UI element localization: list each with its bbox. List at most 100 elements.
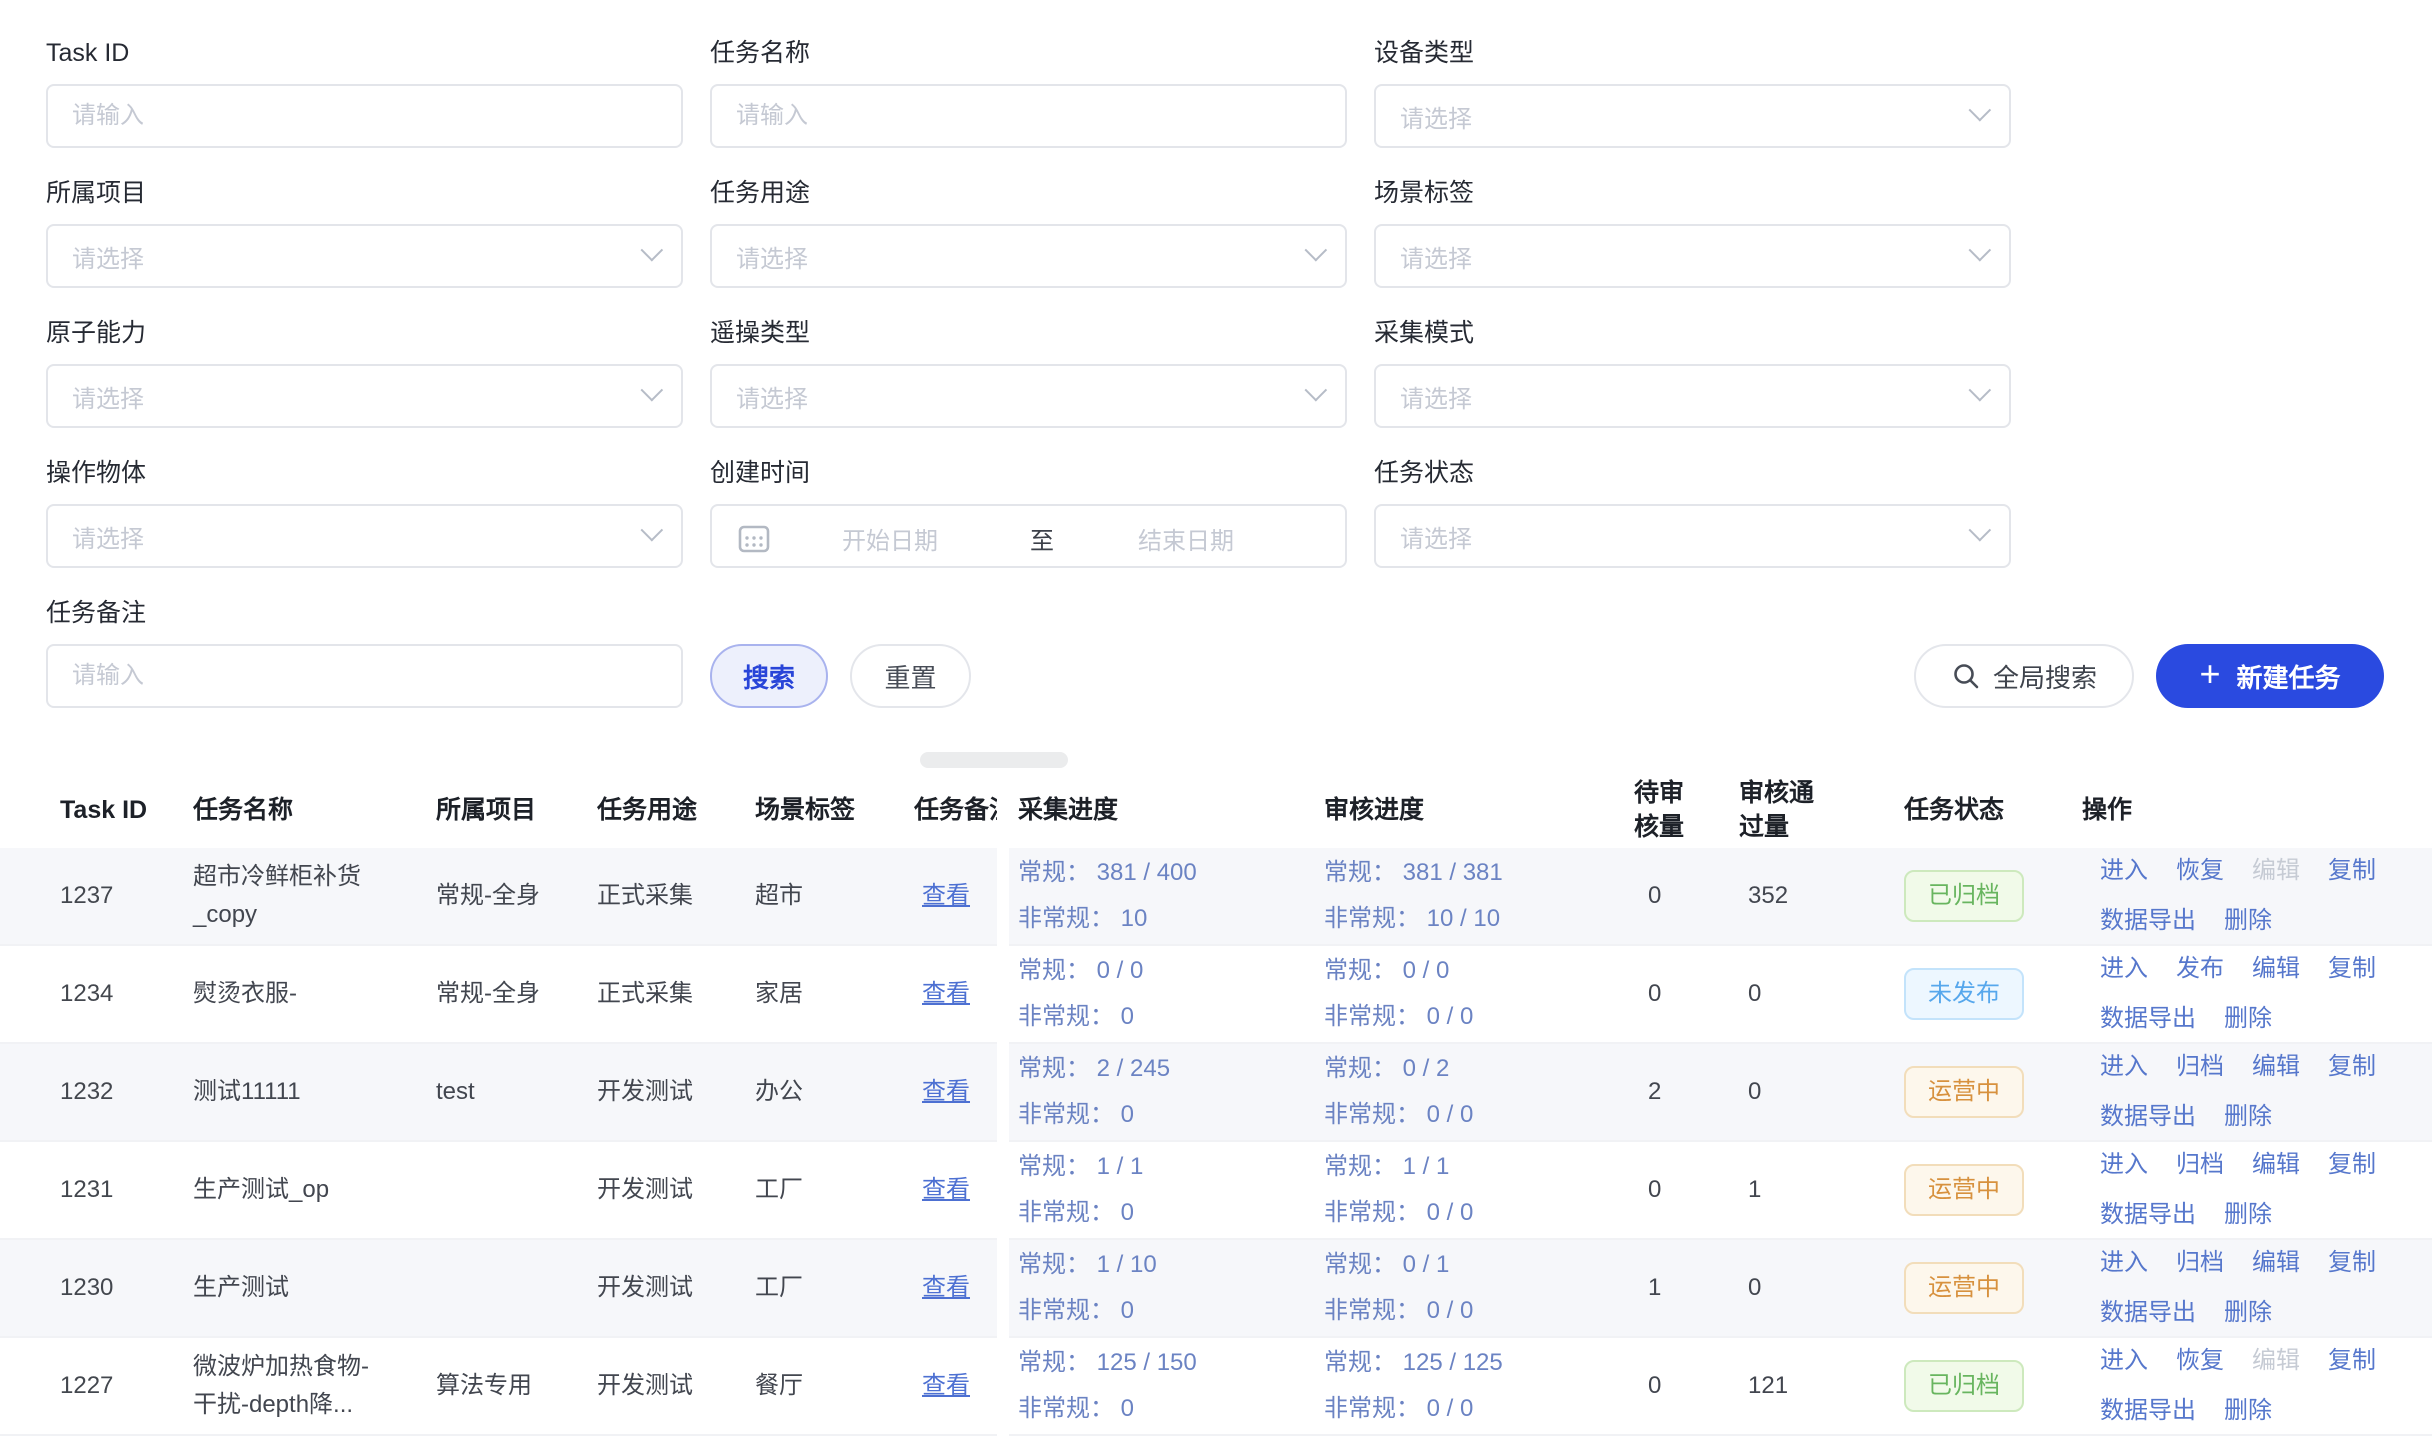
action-link[interactable]: 删除 [2224,896,2272,946]
action-link[interactable]: 数据导出 [2100,994,2196,1044]
task-name-input[interactable] [710,84,1347,148]
action-link[interactable]: 复制 [2328,846,2376,896]
action-link[interactable]: 数据导出 [2100,1190,2196,1240]
view-remark-link[interactable]: 查看 [922,1176,970,1203]
progress-line: 常规： 0 / 2 [1324,1046,1624,1092]
status-badge: 运营中 [1904,1262,2024,1314]
header-task-id: Task ID [60,772,180,848]
search-button[interactable]: 搜索 [710,644,828,708]
collect-mode-select[interactable]: 请选择 [1374,364,2011,428]
progress-line: 非常规： 10 [1018,896,1318,942]
action-link[interactable]: 复制 [2328,1042,2376,1092]
action-link[interactable]: 归档 [2176,1140,2224,1190]
progress-line: 常规： 2 / 245 [1018,1046,1318,1092]
date-separator: 至 [1030,521,1054,556]
action-link[interactable]: 恢复 [2176,1336,2224,1386]
task-id-input[interactable] [46,84,683,148]
cell-remark: 查看 [922,877,1000,915]
action-link[interactable]: 数据导出 [2100,896,2196,946]
cell-scene: 办公 [755,1073,875,1111]
action-link[interactable]: 复制 [2328,1140,2376,1190]
action-link[interactable]: 进入 [2100,1238,2148,1288]
cell-task-id: 1227 [60,1367,180,1405]
action-link[interactable]: 数据导出 [2100,1092,2196,1142]
progress-line: 非常规： 0 / 0 [1324,1288,1624,1334]
global-search-button[interactable]: 全局搜索 [1914,644,2134,708]
create-time-range-picker[interactable]: 开始日期至结束日期 [710,504,1347,568]
filter-teleop-type: 遥操类型请选择 [710,318,1347,428]
action-link[interactable]: 进入 [2100,846,2148,896]
progress-line: 常规： 0 / 1 [1324,1242,1624,1288]
start-date-placeholder: 开始日期 [842,521,938,556]
header-remark: 任务备注 [914,772,1000,848]
filter-label-scene-tag: 场景标签 [1374,178,2011,208]
device-type-select[interactable]: 请选择 [1374,84,2011,148]
chevron-down-icon [1305,379,1328,402]
action-link[interactable]: 删除 [2224,1092,2272,1142]
view-remark-link[interactable]: 查看 [922,1372,970,1399]
chevron-down-icon [1969,99,1992,122]
action-link[interactable]: 数据导出 [2100,1288,2196,1338]
task-purpose-select[interactable]: 请选择 [710,224,1347,288]
task-status-select[interactable]: 请选择 [1374,504,2011,568]
action-link[interactable]: 复制 [2328,1238,2376,1288]
header-approved: 审核通过量 [1739,772,1835,848]
scene-tag-select[interactable]: 请选择 [1374,224,2011,288]
action-link[interactable]: 删除 [2224,1386,2272,1436]
action-link[interactable]: 删除 [2224,1190,2272,1240]
progress-line: 常规： 381 / 400 [1018,850,1318,896]
action-link[interactable]: 编辑 [2252,944,2300,994]
cell-remark: 查看 [922,975,1000,1013]
reset-button[interactable]: 重置 [850,644,971,708]
filter-label-task-id: Task ID [46,38,683,68]
progress-line: 常规： 381 / 381 [1324,850,1624,896]
header-purpose: 任务用途 [597,772,737,848]
cell-pending-count: 0 [1648,975,1708,1013]
project-select[interactable]: 请选择 [46,224,683,288]
view-remark-link[interactable]: 查看 [922,1078,970,1105]
select-placeholder: 请选择 [1400,239,1472,274]
action-link[interactable]: 进入 [2100,1336,2148,1386]
chevron-down-icon [641,519,664,542]
action-link[interactable]: 进入 [2100,1042,2148,1092]
select-placeholder: 请选择 [1400,99,1472,134]
action-link[interactable]: 发布 [2176,944,2224,994]
view-remark-link[interactable]: 查看 [922,980,970,1007]
atomic-ability-select[interactable]: 请选择 [46,364,683,428]
action-link[interactable]: 复制 [2328,1336,2376,1386]
cell-task-id: 1234 [60,975,180,1013]
table-row: 1227微波炉加热食物-干扰-depth降...算法专用开发测试餐厅查看常规： … [0,1338,2432,1436]
action-link[interactable]: 进入 [2100,944,2148,994]
cell-approved-count: 0 [1748,1073,1838,1111]
action-link[interactable]: 编辑 [2252,1042,2300,1092]
view-remark-link[interactable]: 查看 [922,1274,970,1301]
progress-line: 非常规： 0 [1018,1092,1318,1138]
action-link[interactable]: 进入 [2100,1140,2148,1190]
filter-label-operate-object: 操作物体 [46,458,683,488]
progress-line: 常规： 1 / 1 [1324,1144,1624,1190]
global-search-label: 全局搜索 [1993,658,2097,695]
action-link[interactable]: 删除 [2224,1288,2272,1338]
progress-line: 非常规： 0 [1018,1386,1318,1432]
action-link[interactable]: 归档 [2176,1042,2224,1092]
cell-purpose: 正式采集 [597,877,737,915]
action-link[interactable]: 恢复 [2176,846,2224,896]
horizontal-scrollbar-thumb[interactable] [920,752,1068,768]
filter-task-name: 任务名称 [710,38,1347,148]
cell-collect-progress: 常规： 0 / 0非常规： 0 [1018,948,1318,1040]
new-task-button[interactable]: + 新建任务 [2156,644,2384,708]
filter-label-create-time: 创建时间 [710,458,1347,488]
action-link[interactable]: 编辑 [2252,1140,2300,1190]
action-link[interactable]: 删除 [2224,994,2272,1044]
action-link[interactable]: 归档 [2176,1238,2224,1288]
task-remark-input[interactable] [46,644,683,708]
cell-actions: 进入恢复编辑复制数据导出删除 [2100,1336,2380,1436]
cell-collect-progress: 常规： 1 / 10非常规： 0 [1018,1242,1318,1334]
teleop-type-select[interactable]: 请选择 [710,364,1347,428]
action-link[interactable]: 复制 [2328,944,2376,994]
filter-label-atomic-ability: 原子能力 [46,318,683,348]
action-link[interactable]: 编辑 [2252,1238,2300,1288]
action-link[interactable]: 数据导出 [2100,1386,2196,1436]
operate-object-select[interactable]: 请选择 [46,504,683,568]
view-remark-link[interactable]: 查看 [922,882,970,909]
